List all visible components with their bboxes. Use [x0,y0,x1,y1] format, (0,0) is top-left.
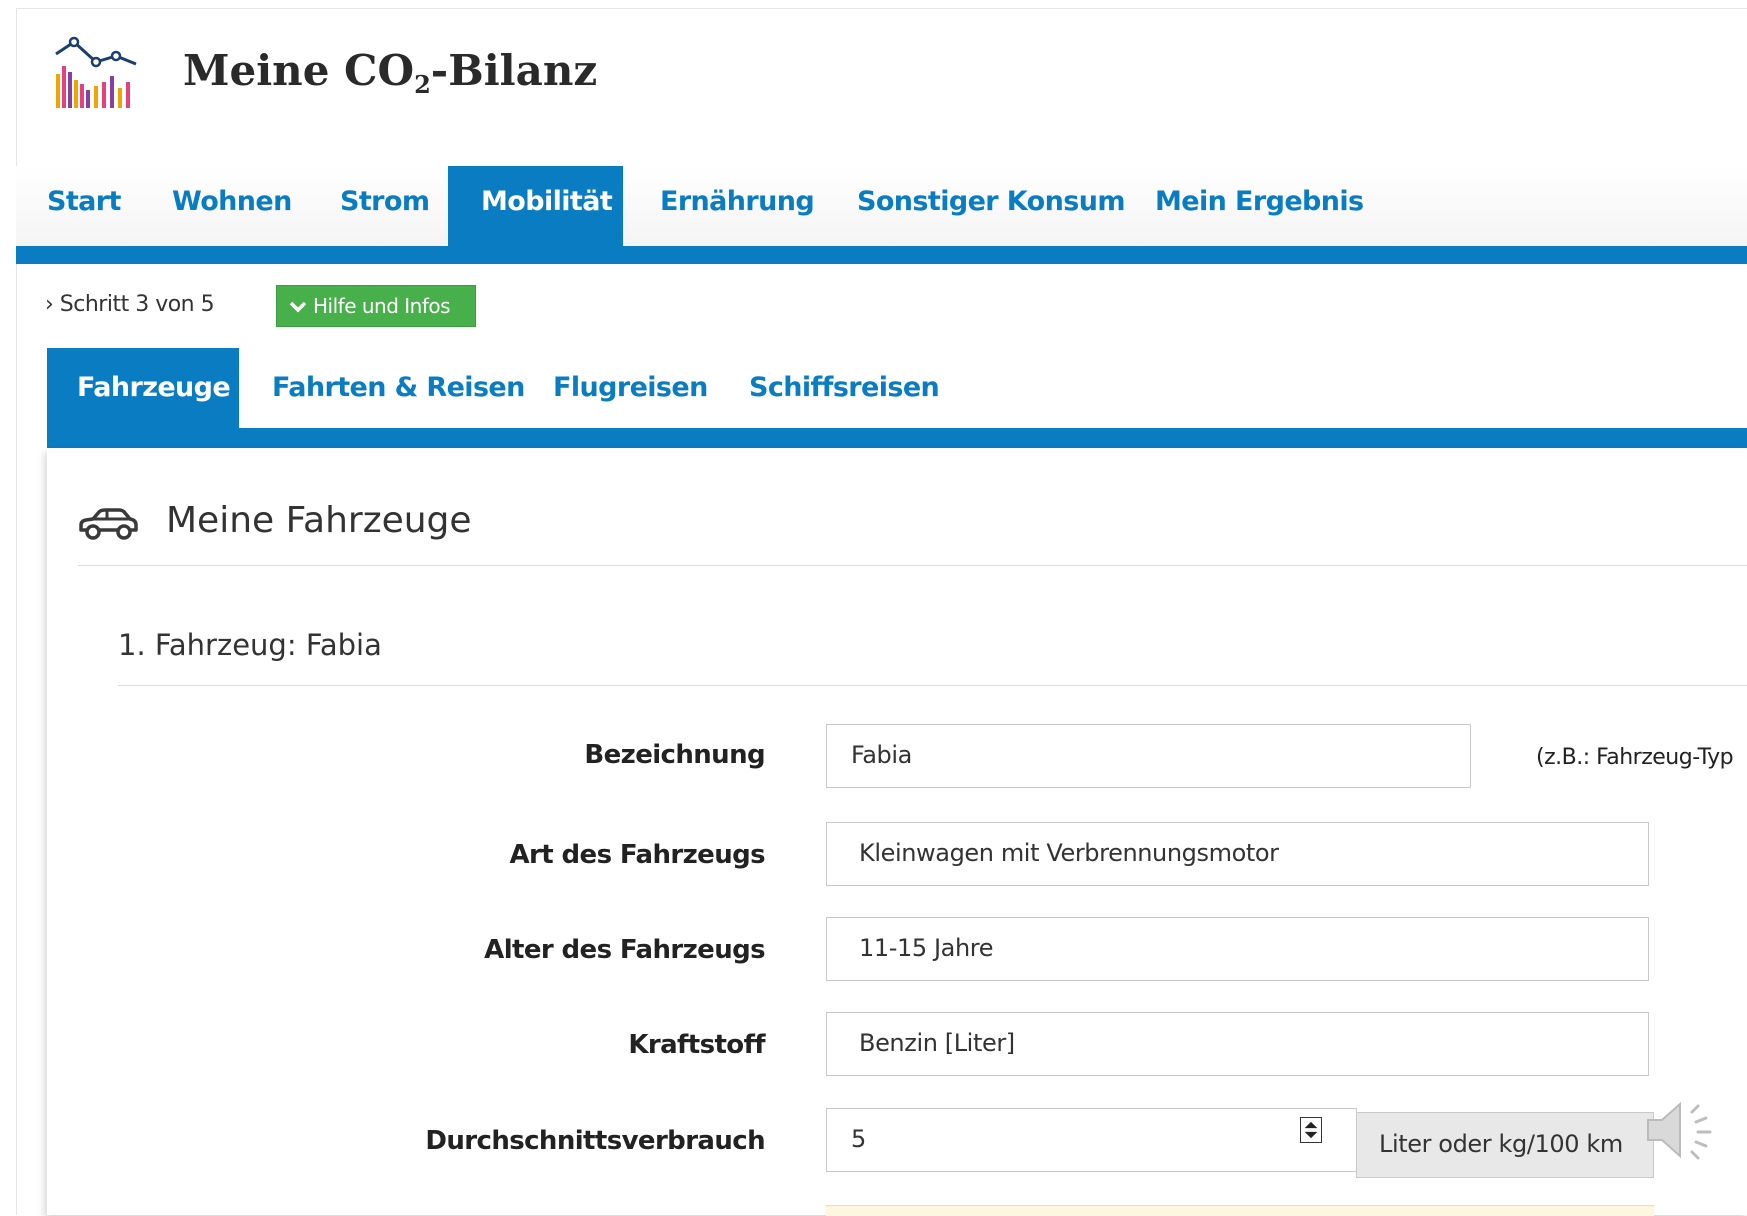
tab-mobilitaet[interactable]: Mobilität [448,166,623,264]
alter-select[interactable]: 11-15 Jahre [826,917,1649,981]
subtab-schiffsreisen[interactable]: Schiffsreisen [749,348,940,428]
verbrauch-label: Durchschnittsverbrauch [425,1126,765,1156]
kraftstoff-select[interactable]: Benzin [Liter] [826,1012,1649,1076]
app-title-prefix: Meine CO [183,46,415,95]
help-button[interactable]: Hilfe und Infos [276,285,476,327]
app-title-suffix: -Bilanz [430,46,598,95]
tab-sonstiger-konsum[interactable]: Sonstiger Konsum [857,166,1125,246]
top-border [16,8,1747,9]
tab-wohnen[interactable]: Wohnen [172,166,292,246]
logo-chart-icon [55,36,137,108]
art-label: Art des Fahrzeugs [509,840,766,870]
alter-label: Alter des Fahrzeugs [484,935,765,965]
subtab-fahrten-reisen[interactable]: Fahrten & Reisen [272,348,525,428]
verbrauch-input[interactable]: 5 [826,1108,1357,1172]
verbrauch-unit: Liter oder kg/100 km [1356,1112,1654,1178]
divider [118,685,1747,686]
divider [78,565,1747,566]
sub-nav-underline [47,428,1747,448]
section-title: Meine Fahrzeuge [166,500,472,541]
notice-box [826,1205,1654,1216]
tab-strom[interactable]: Strom [340,166,430,246]
tab-start[interactable]: Start [47,166,121,246]
app-title: Meine CO2-Bilanz [183,46,597,99]
help-button-label: Hilfe und Infos [313,294,451,318]
subtab-flugreisen[interactable]: Flugreisen [553,348,708,428]
tab-ernaehrung[interactable]: Ernährung [660,166,815,246]
spinner-icon[interactable] [1300,1117,1322,1143]
art-select[interactable]: Kleinwagen mit Verbrennungsmotor [826,822,1649,886]
step-indicator: › Schritt 3 von 5 [45,292,215,317]
bezeichnung-input[interactable]: Fabia [826,724,1471,788]
app-title-subscript: 2 [414,70,431,99]
vehicle-title: 1. Fahrzeug: Fabia [118,628,382,662]
page: Meine CO2-Bilanz Start Wohnen Strom Mobi… [0,0,1747,1216]
bezeichnung-hint: (z.B.: Fahrzeug-Typ [1536,745,1734,770]
speaker-icon[interactable] [1640,1092,1720,1168]
bezeichnung-label: Bezeichnung [584,740,765,770]
main-nav-underline [16,246,1747,264]
kraftstoff-label: Kraftstoff [628,1030,765,1060]
chevron-down-icon [289,288,307,328]
car-icon [79,508,138,540]
tab-mein-ergebnis[interactable]: Mein Ergebnis [1155,166,1364,246]
